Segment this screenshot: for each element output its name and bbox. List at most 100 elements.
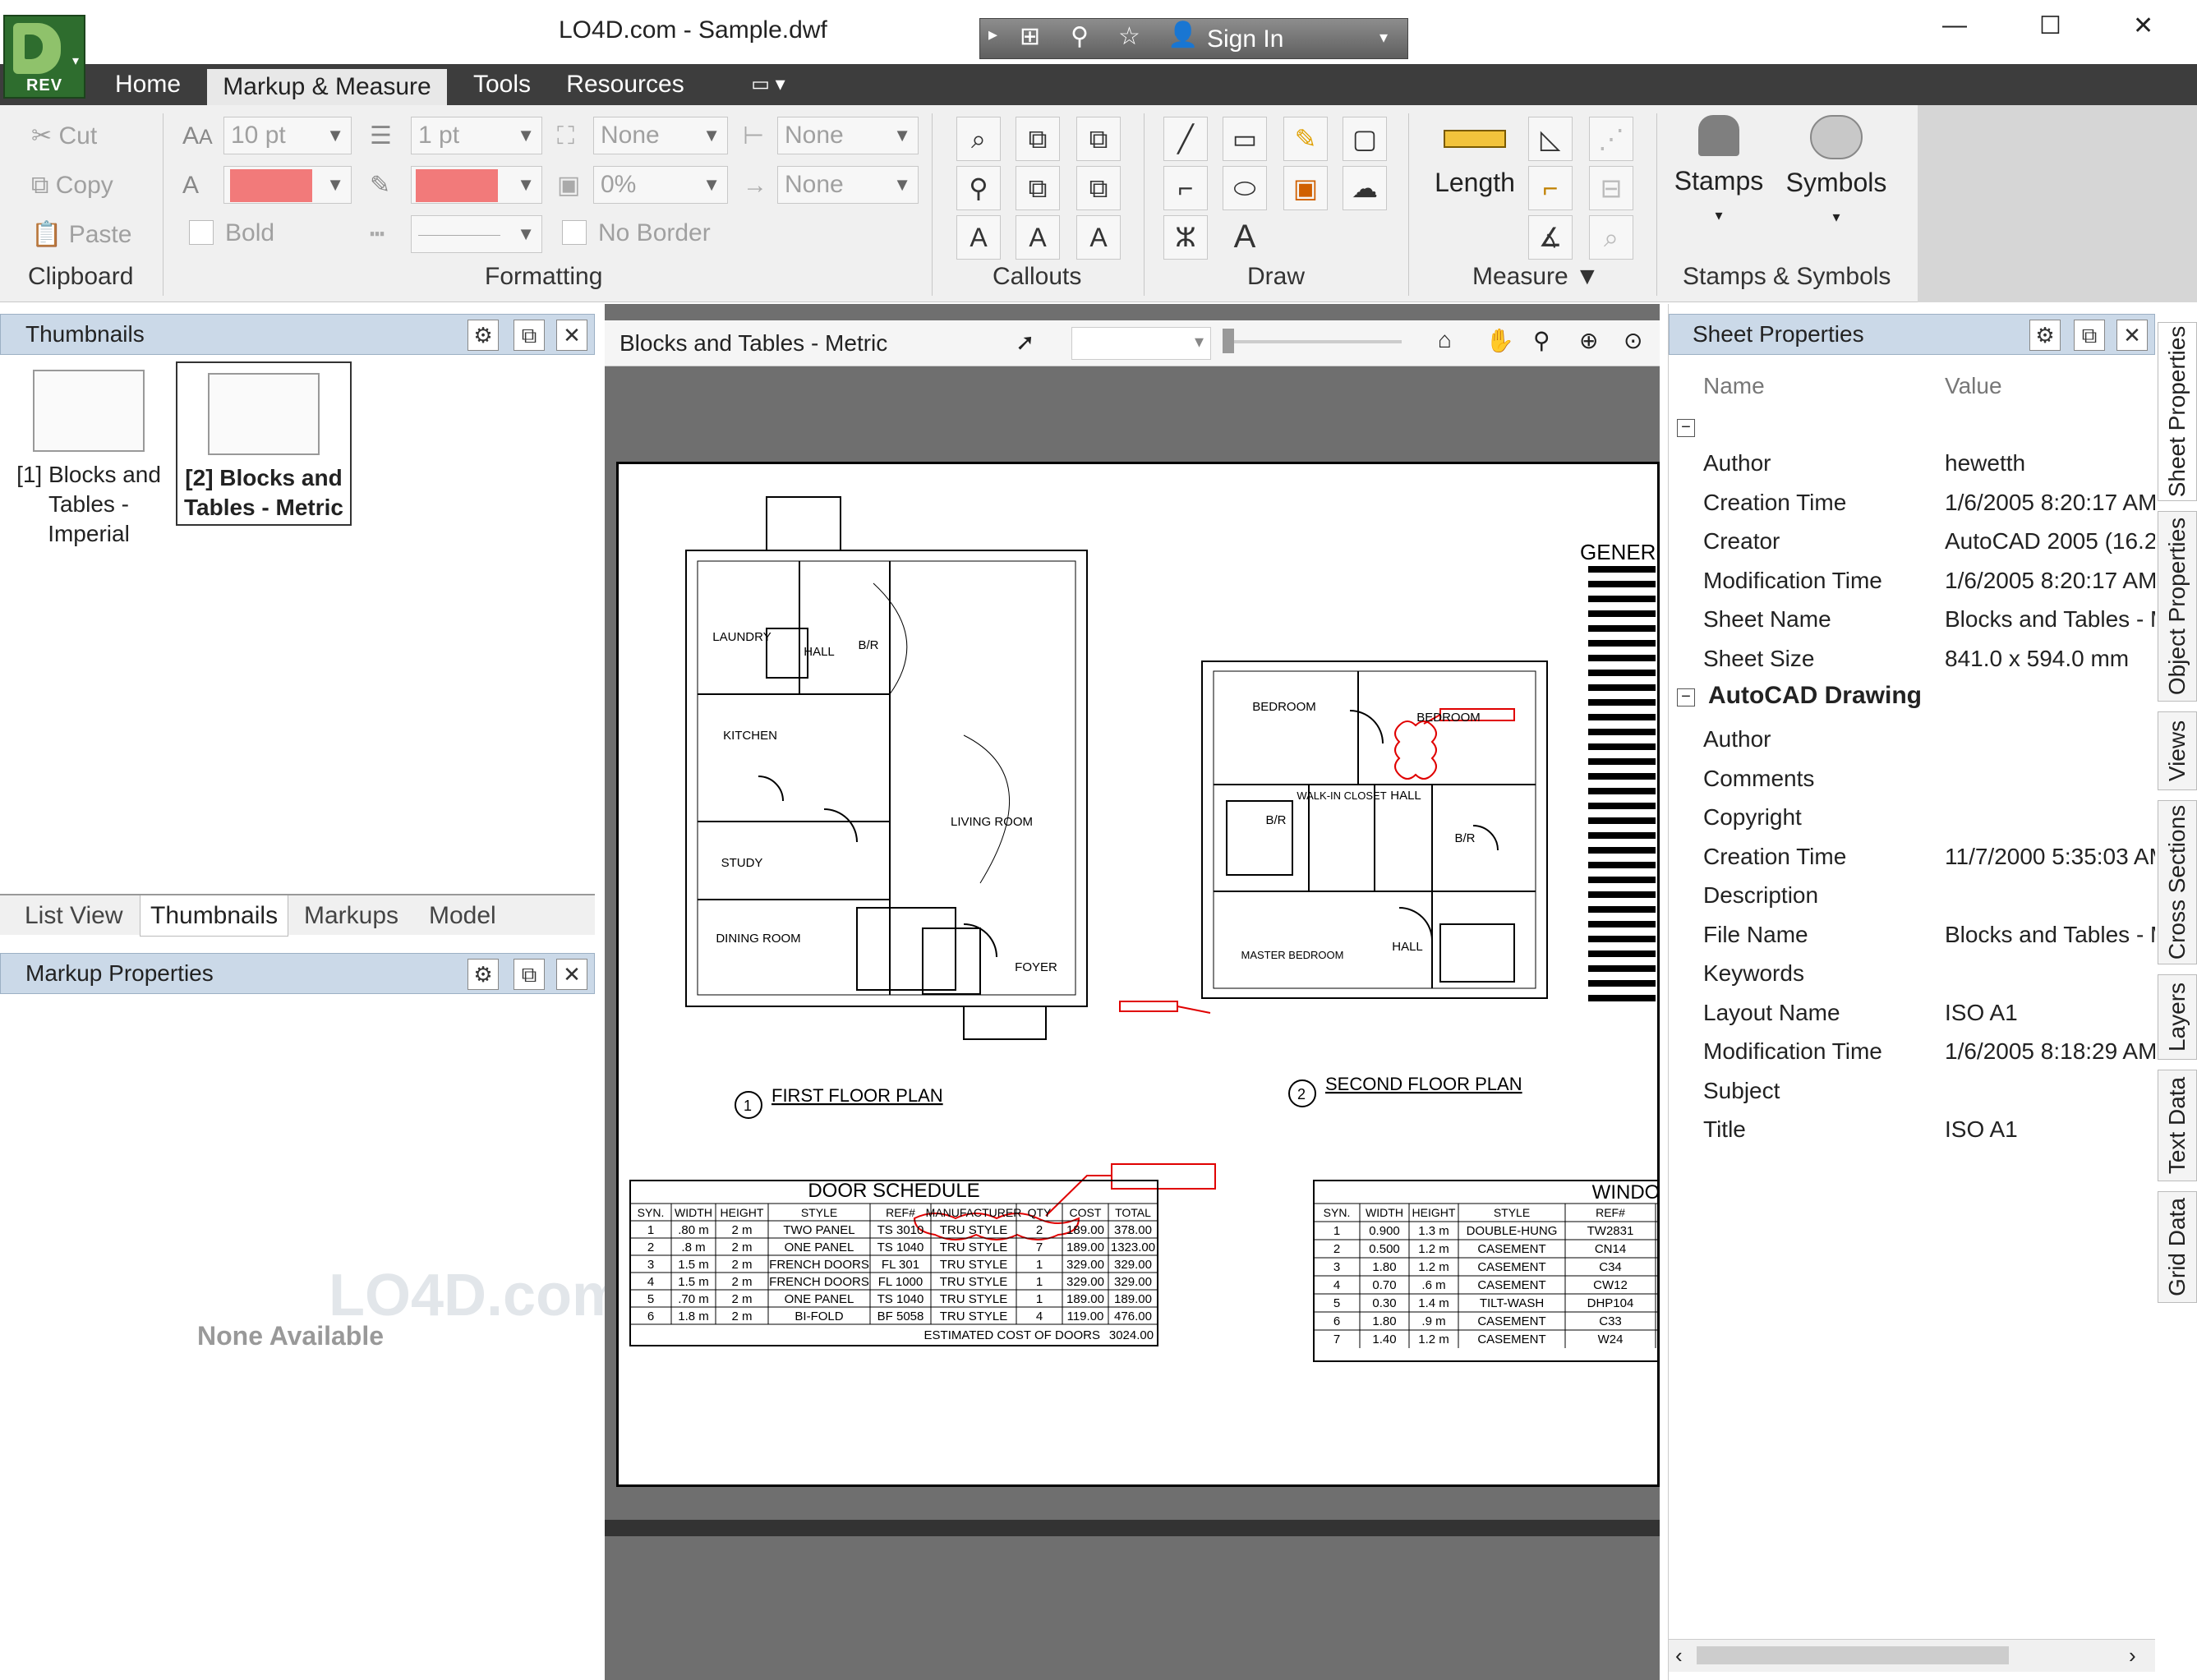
ribbon-options-icon[interactable]: ▭ ▾	[739, 64, 797, 105]
property-row[interactable]: Creator AutoCAD 2005 (16.2)	[1669, 522, 2155, 561]
opacity-combo[interactable]: 0% ▼	[593, 166, 728, 204]
property-row[interactable]: Layout Name ISO A1	[1669, 993, 2155, 1033]
symbols-button[interactable]: Symbols ▾	[1783, 115, 1890, 228]
property-row[interactable]: File Name Blocks and Tables - Metric	[1669, 915, 2155, 955]
maximize-button[interactable]: ☐	[2039, 12, 2061, 40]
property-row[interactable]: Keywords	[1669, 954, 2155, 993]
tab-markups[interactable]: Markups	[304, 895, 398, 937]
sign-in-button[interactable]: Sign In	[1207, 25, 1283, 53]
collapse-icon[interactable]: −	[1677, 419, 1695, 437]
scrollbar-thumb[interactable]	[1697, 1646, 2009, 1664]
property-row[interactable]: Subject	[1669, 1071, 2155, 1111]
property-row[interactable]: Sheet Name Blocks and Tables - Metric	[1669, 600, 2155, 639]
col-name-header[interactable]: Name	[1703, 373, 1765, 399]
thumbnail-item[interactable]: [1] Blocks and Tables - Imperial	[7, 370, 171, 549]
property-row[interactable]: Comments	[1669, 759, 2155, 799]
callout-text-box-icon[interactable]: A	[1076, 215, 1121, 260]
callout-poly-icon[interactable]: ⧉	[1076, 166, 1121, 210]
stamps-button[interactable]: Stamps ▾	[1671, 115, 1766, 227]
angle-icon[interactable]: ∡	[1528, 215, 1573, 260]
side-tab-sheet-properties[interactable]: Sheet Properties	[2158, 322, 2197, 501]
zoom-combo[interactable]: ▾	[1071, 327, 1211, 360]
drawing-viewer[interactable]: Blocks and Tables - Metric ➚ ▾ ⌂ ✋ ⚲ ⊕ ⊙	[605, 304, 1702, 1680]
zoom-fit-icon[interactable]: ⊕	[1579, 327, 1598, 354]
pencil-icon[interactable]: ✎	[1283, 117, 1328, 161]
collapse-icon[interactable]: −	[1677, 688, 1695, 707]
callout-text-icon[interactable]: A	[956, 215, 1001, 260]
col-value-header[interactable]: Value	[1945, 373, 2002, 399]
side-tab-text-data[interactable]: Text Data	[2158, 1070, 2197, 1181]
property-row[interactable]: Modification Time 1/6/2005 8:18:29 AM	[1669, 1032, 2155, 1071]
callout-ellipse-icon[interactable]: ⧉	[1016, 166, 1060, 210]
select-arrow-icon[interactable]: ➚	[1016, 329, 1034, 356]
length-button[interactable]: Length	[1430, 130, 1520, 198]
scroll-left-icon[interactable]: ‹	[1675, 1643, 1683, 1668]
callout-box-icon[interactable]: ⧉	[1076, 117, 1121, 161]
polyline-icon[interactable]: ⌐	[1163, 166, 1208, 210]
expand-icon[interactable]: ▸	[988, 24, 997, 45]
callout-circle-icon[interactable]: ⚲	[956, 166, 1001, 210]
rounded-rect-icon[interactable]: ▢	[1343, 117, 1387, 161]
star-icon[interactable]: ☆	[1118, 22, 1140, 51]
line-width-combo[interactable]: 1 pt ▼	[411, 117, 542, 154]
close-icon[interactable]: ✕	[2116, 320, 2148, 351]
line-icon[interactable]: ╱	[1163, 117, 1208, 161]
tab-model[interactable]: Model	[429, 895, 496, 937]
pin-icon[interactable]: ⚲	[1071, 22, 1089, 51]
side-tab-views[interactable]: Views	[2158, 711, 2197, 790]
panel-options-icon[interactable]: ⚙	[467, 959, 499, 990]
property-row[interactable]: Sheet Size 841.0 x 594.0 mm	[1669, 639, 2155, 679]
property-row[interactable]: Description	[1669, 876, 2155, 915]
zoom-slider-thumb[interactable]	[1223, 329, 1234, 353]
scroll-right-icon[interactable]: ›	[2129, 1643, 2136, 1668]
property-row[interactable]: Creation Time 11/7/2000 5:35:03 AM	[1669, 837, 2155, 877]
text-icon[interactable]: A	[1223, 215, 1267, 260]
property-row[interactable]: Title ISO A1	[1669, 1110, 2155, 1149]
thumbnail-item-selected[interactable]: [2] Blocks and Tables - Metric	[176, 361, 352, 526]
zoom-in-icon[interactable]: ⚲	[1533, 327, 1550, 354]
rectangle-icon[interactable]: ▭	[1223, 117, 1267, 161]
side-tab-cross-sections[interactable]: Cross Sections	[2158, 800, 2197, 964]
close-button[interactable]: ✕	[2133, 12, 2153, 40]
tab-resources[interactable]: Resources	[564, 64, 687, 105]
side-tab-layers[interactable]: Layers	[2158, 974, 2197, 1060]
property-row[interactable]: Author hewetth	[1669, 444, 2155, 483]
callout-rect-icon[interactable]: ⌕	[956, 117, 1001, 161]
property-row[interactable]: Modification Time 1/6/2005 8:20:17 AM	[1669, 561, 2155, 601]
home-icon[interactable]: ⌂	[1438, 327, 1452, 353]
bold-checkbox[interactable]	[189, 220, 214, 245]
tab-thumbnails[interactable]: Thumbnails	[140, 895, 289, 937]
pan-icon[interactable]: ✋	[1485, 327, 1514, 354]
calibrate-icon[interactable]: ⊟	[1589, 166, 1633, 210]
arrow-end-combo[interactable]: None ▼	[777, 166, 919, 204]
tab-home[interactable]: Home	[107, 64, 189, 105]
panel-options-icon[interactable]: ⚙	[2029, 320, 2061, 351]
property-row[interactable]: Creation Time 1/6/2005 8:20:17 AM	[1669, 483, 2155, 522]
measure-group-label[interactable]: Measure ▼	[1472, 263, 1600, 291]
multiline-icon[interactable]: ⋰	[1589, 117, 1633, 161]
fill-combo[interactable]: None ▼	[593, 117, 728, 154]
cloud-icon[interactable]: ☁	[1343, 166, 1387, 210]
dock-icon[interactable]: ⧉	[514, 320, 545, 351]
zoom-window-icon[interactable]: ⊙	[1624, 327, 1642, 354]
dock-icon[interactable]: ⧉	[2074, 320, 2105, 351]
ellipse-icon[interactable]: ⬭	[1223, 166, 1267, 210]
perimeter-icon[interactable]: ⌐	[1528, 166, 1573, 210]
paste-button[interactable]: 📋 Paste	[31, 217, 131, 253]
freehand-icon[interactable]: ⵣ	[1163, 215, 1208, 260]
no-border-checkbox[interactable]	[562, 220, 587, 245]
close-icon[interactable]: ✕	[556, 320, 587, 351]
callout-cloud-icon[interactable]: ⧉	[1016, 117, 1060, 161]
line-style-combo[interactable]: ▼	[411, 215, 542, 253]
minimize-button[interactable]: —	[1942, 12, 1967, 39]
application-menu-button[interactable]: ▾ REV	[3, 15, 85, 99]
tab-tools[interactable]: Tools	[465, 64, 539, 105]
side-tab-grid-data[interactable]: Grid Data	[2158, 1191, 2197, 1303]
horizontal-scrollbar[interactable]: ‹ ›	[1669, 1639, 2155, 1672]
font-size-combo[interactable]: 10 pt ▼	[223, 117, 352, 154]
cut-button[interactable]: ✂ Cut	[31, 118, 97, 154]
area-icon[interactable]: ◺	[1528, 117, 1573, 161]
dock-icon[interactable]: ⧉	[514, 959, 545, 990]
binoculars-icon[interactable]: ⊞	[1020, 22, 1040, 51]
callout-text-cloud-icon[interactable]: A	[1016, 215, 1060, 260]
